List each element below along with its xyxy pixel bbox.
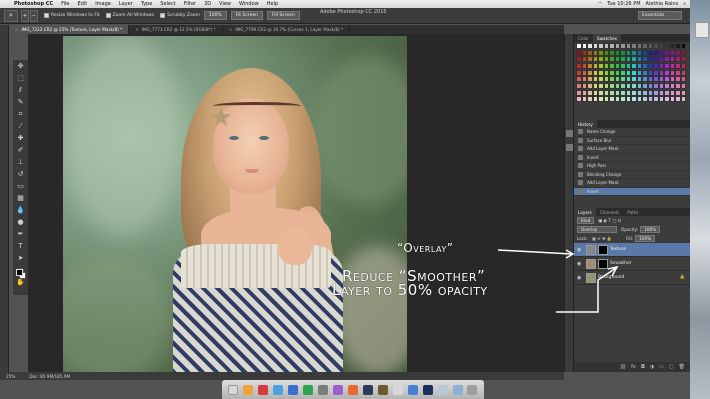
- annotation-line-2: Layer to 50% opacity: [332, 281, 488, 299]
- photoshop-window: Photoshop CC File Edit Image Layer Type …: [0, 0, 710, 399]
- annotation-arrows: [497, 249, 619, 313]
- annotation-instruction: Reduce “Smoother” Layer to 50% opacity: [332, 269, 488, 298]
